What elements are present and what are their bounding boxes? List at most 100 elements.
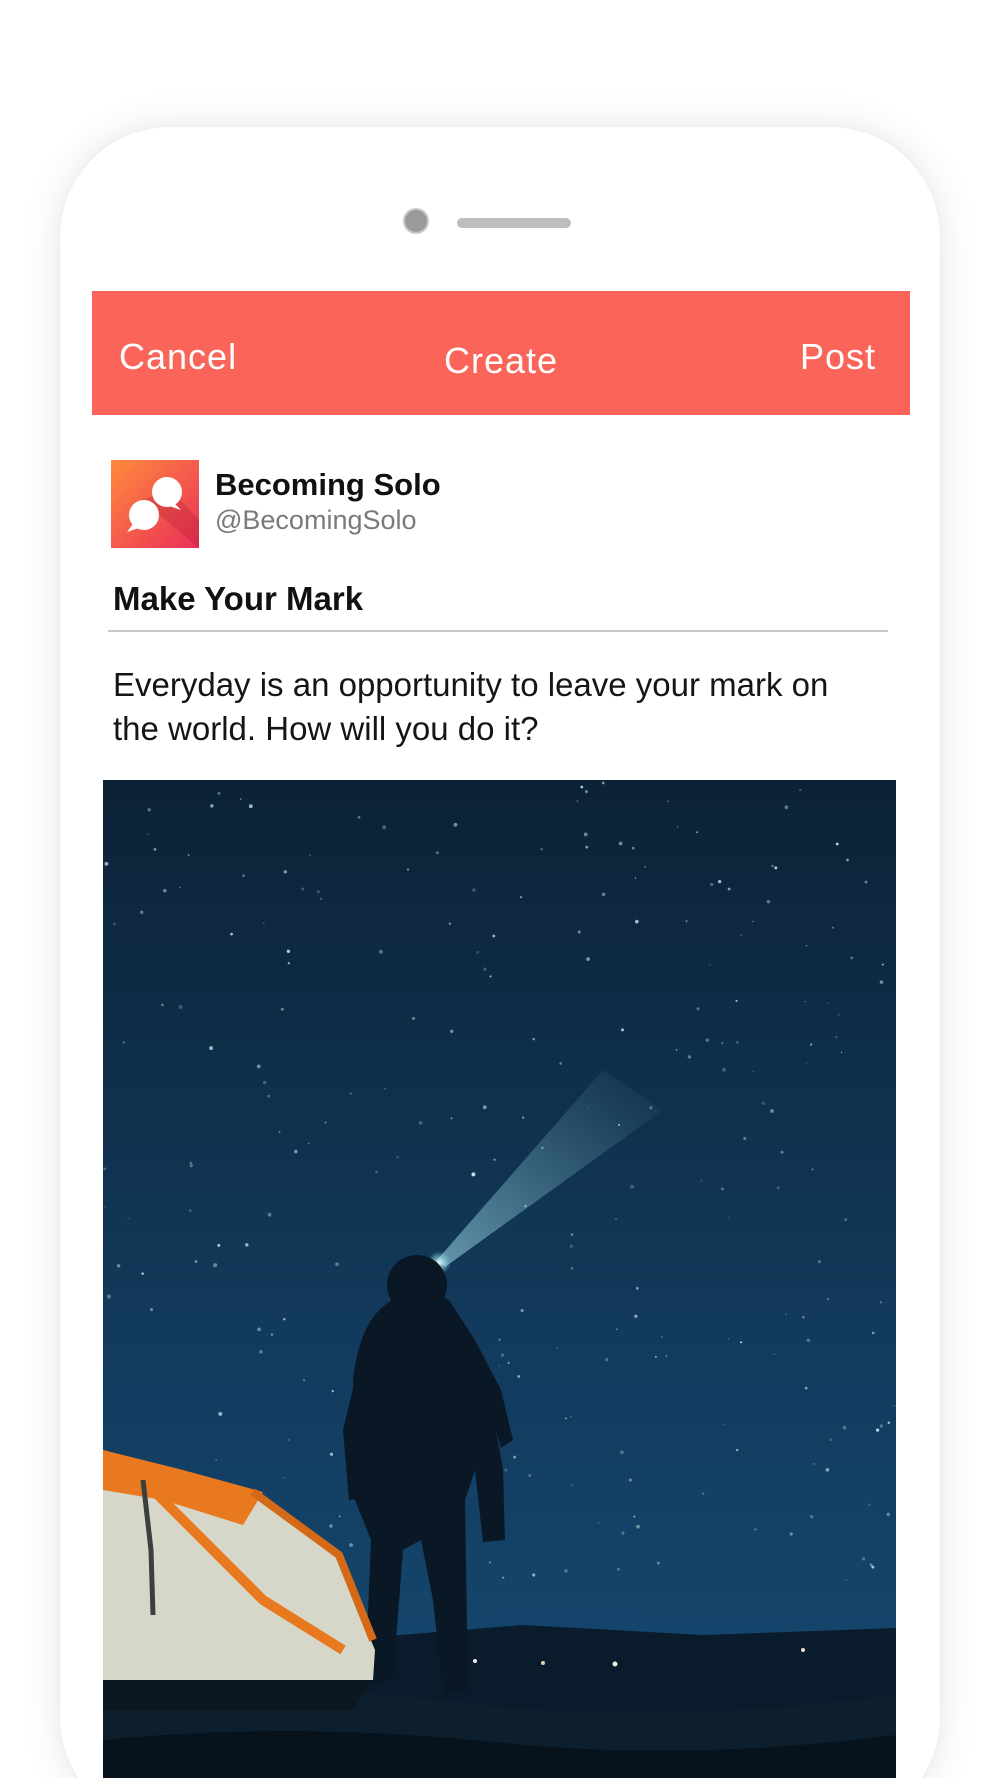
star: [178, 1005, 183, 1009]
star: [569, 1244, 573, 1248]
star: [448, 922, 452, 925]
post-photo[interactable]: [103, 780, 896, 1778]
star: [564, 1569, 568, 1573]
star: [521, 1116, 525, 1119]
star: [141, 1272, 144, 1275]
star: [736, 1041, 739, 1044]
star: [396, 1156, 399, 1159]
display-name: Becoming Solo: [215, 467, 441, 502]
star: [559, 1062, 562, 1065]
star: [727, 887, 731, 891]
star: [280, 1007, 284, 1011]
star: [871, 1331, 875, 1335]
star: [805, 1062, 808, 1064]
star: [812, 1462, 816, 1466]
star: [811, 1168, 814, 1171]
star: [879, 1300, 883, 1304]
star: [501, 1576, 505, 1580]
star: [837, 1013, 840, 1016]
star: [735, 999, 738, 1002]
post-button[interactable]: Post: [800, 328, 876, 378]
star: [161, 1003, 164, 1007]
star: [383, 1087, 386, 1090]
star: [498, 1365, 500, 1367]
star: [248, 804, 253, 809]
phone-screen: Cancel Post Create Becoming Solo @Becomi…: [92, 291, 910, 1778]
star: [500, 1353, 505, 1357]
star: [209, 1046, 214, 1051]
star: [283, 870, 288, 874]
star: [605, 1357, 609, 1362]
star: [349, 1092, 352, 1095]
star: [471, 1172, 476, 1177]
star: [784, 805, 789, 810]
star: [504, 1468, 508, 1472]
star: [189, 1209, 192, 1212]
star: [267, 1212, 272, 1217]
post-title-field[interactable]: Make Your Mark: [108, 576, 888, 632]
star: [677, 826, 679, 828]
star: [845, 1579, 847, 1581]
star: [329, 1524, 333, 1528]
star: [335, 1262, 339, 1267]
star: [556, 1347, 558, 1350]
star: [743, 1137, 747, 1140]
star: [810, 1515, 814, 1519]
star: [163, 888, 167, 893]
star: [256, 1064, 261, 1069]
star: [540, 848, 543, 851]
star: [696, 831, 699, 834]
star: [832, 926, 834, 929]
star: [262, 1080, 267, 1085]
star: [871, 1565, 875, 1569]
star: [799, 789, 802, 792]
star: [718, 879, 722, 884]
star: [616, 1328, 618, 1330]
star: [631, 846, 635, 850]
star: [735, 1448, 739, 1452]
star: [708, 964, 711, 966]
star: [789, 1532, 793, 1536]
star: [382, 825, 387, 830]
star: [492, 934, 496, 938]
star: [776, 1186, 780, 1190]
star: [740, 1341, 743, 1344]
star: [149, 1308, 154, 1312]
star: [879, 1424, 884, 1428]
star: [240, 798, 242, 800]
star: [450, 1117, 453, 1120]
star: [586, 957, 590, 961]
star: [507, 1361, 510, 1364]
star: [301, 887, 305, 891]
star: [601, 892, 606, 897]
post-body-text[interactable]: Everyday is an opportunity to leave your…: [113, 663, 873, 751]
star: [378, 949, 383, 954]
star: [194, 1260, 198, 1263]
star: [329, 1452, 334, 1456]
star: [411, 1016, 416, 1021]
star: [785, 1313, 788, 1316]
star: [825, 1467, 830, 1472]
star: [829, 1438, 832, 1442]
star: [570, 1266, 574, 1270]
star: [577, 930, 581, 934]
star: [287, 962, 290, 965]
cancel-button[interactable]: Cancel: [119, 328, 237, 378]
star: [665, 1355, 668, 1358]
star: [721, 1067, 726, 1072]
star: [571, 1484, 574, 1487]
star: [303, 1379, 306, 1382]
avatar[interactable]: [111, 460, 199, 548]
star: [283, 1477, 286, 1479]
star: [634, 919, 639, 924]
star: [106, 1294, 111, 1299]
star: [489, 1561, 491, 1564]
star: [483, 967, 487, 971]
star: [879, 980, 884, 984]
star: [655, 1355, 657, 1358]
star: [418, 1120, 423, 1125]
star: [122, 1041, 125, 1044]
star: [696, 1007, 700, 1011]
star: [104, 1206, 107, 1208]
star: [489, 975, 492, 978]
